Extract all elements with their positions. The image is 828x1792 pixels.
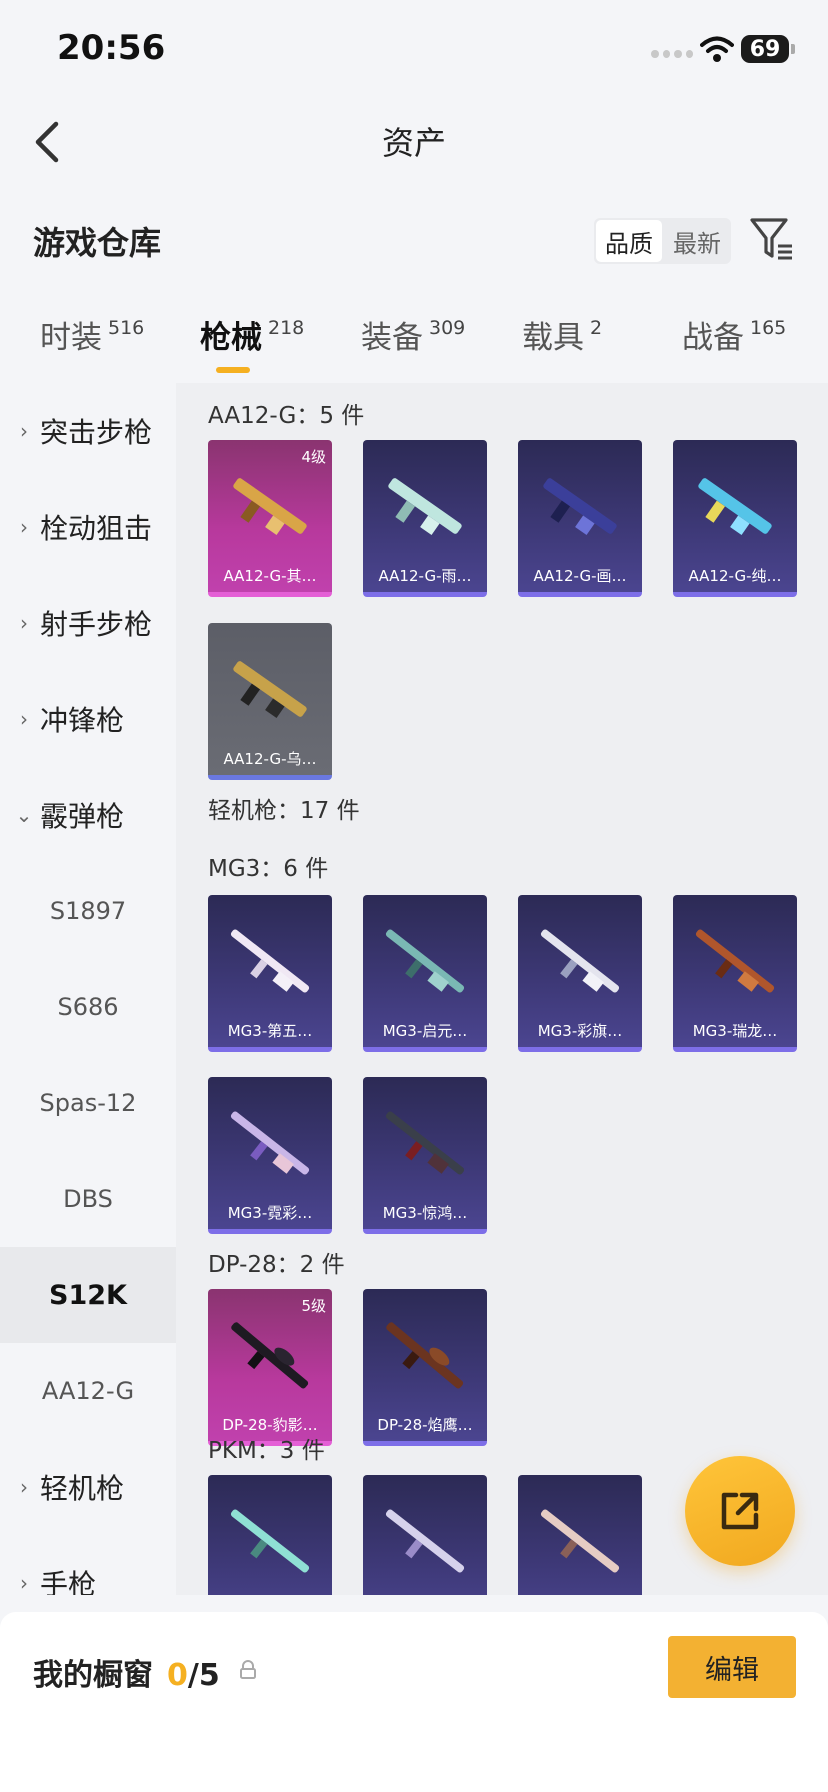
sort-quality-button[interactable]: 品质	[596, 220, 662, 262]
machine-gun-icon	[695, 929, 775, 993]
shotgun-icon	[233, 478, 307, 536]
weapon-card[interactable]: MG3-彩旗…	[518, 895, 642, 1052]
rifle-icon	[386, 1322, 464, 1389]
filter-icon[interactable]	[750, 216, 794, 262]
chevron-right-icon: ›	[20, 419, 28, 443]
weapon-grid: AA12-G：5 件 4级 AA12-G-其… AA12-G-雨… AA12-G…	[176, 383, 828, 1595]
weapon-category-sidebar: › 突击步枪 › 栓动狙击 › 射手步枪 › 冲锋枪 ⌄ 霰弹枪 S1897 S686 S…	[0, 383, 176, 1595]
weapon-card[interactable]: AA12-G-乌…	[208, 623, 332, 780]
showcase-total-count: /5	[187, 1658, 220, 1693]
weapon-card[interactable]: AA12-G-纯…	[673, 440, 797, 597]
machine-gun-icon	[385, 1509, 465, 1573]
wifi-icon	[700, 36, 734, 62]
tab-supplies[interactable]: 战备 165	[682, 312, 786, 357]
showcase-label: 我的橱窗 0/5	[33, 1658, 220, 1693]
sidebar-item-assault-rifle[interactable]: › 突击步枪	[0, 383, 176, 479]
weapon-card[interactable]: 5级 DP-28-豹影…	[208, 1289, 332, 1446]
weapon-card[interactable]: MG3-启元…	[363, 895, 487, 1052]
section-header-aa12g: AA12-G：5 件	[208, 403, 365, 429]
chevron-right-icon: ›	[20, 515, 28, 539]
showcase-bar: 我的橱窗 0/5 编辑	[0, 1612, 828, 1792]
weapon-card[interactable]	[518, 1475, 642, 1595]
section-header-lmg: 轻机枪：17 件	[208, 798, 360, 824]
chevron-right-icon: ›	[20, 1571, 28, 1595]
edit-button[interactable]: 编辑	[668, 1636, 796, 1698]
weapon-card[interactable]: MG3-瑞龙…	[673, 895, 797, 1052]
chevron-right-icon: ›	[20, 611, 28, 635]
sidebar-subitem-spas12[interactable]: Spas-12	[0, 1055, 176, 1151]
section-header-dp28: DP-28：2 件	[208, 1252, 345, 1278]
sidebar-subitem-s1897[interactable]: S1897	[0, 863, 176, 959]
sidebar-item-marksman-rifle[interactable]: › 射手步枪	[0, 575, 176, 671]
sidebar-item-pistol[interactable]: › 手枪	[0, 1535, 176, 1595]
weapon-card[interactable]: AA12-G-雨…	[363, 440, 487, 597]
weapon-card[interactable]	[208, 1475, 332, 1595]
sidebar-subitem-s686[interactable]: S686	[0, 959, 176, 1055]
sidebar-item-bolt-sniper[interactable]: › 栓动狙击	[0, 479, 176, 575]
tab-fashion[interactable]: 时装 516	[40, 312, 144, 357]
section-header-mg3: MG3：6 件	[208, 856, 329, 882]
warehouse-title: 游戏仓库	[33, 224, 162, 262]
share-button[interactable]	[685, 1456, 795, 1566]
sidebar-item-shotgun[interactable]: ⌄ 霰弹枪	[0, 767, 176, 863]
machine-gun-icon	[385, 929, 465, 993]
section-header-pkm: PKM：3 件	[208, 1438, 325, 1464]
page-title: 资产	[381, 124, 446, 162]
category-tabs: 时装 516 枪械 218 装备 309 载具 2 战备 165	[0, 312, 828, 382]
machine-gun-icon	[385, 1111, 465, 1175]
sidebar-subitem-aa12g[interactable]: AA12-G	[0, 1343, 176, 1439]
battery-icon: 69	[741, 35, 795, 63]
sort-toggle: 品质 最新	[594, 218, 731, 264]
active-tab-indicator	[216, 367, 250, 373]
weapon-card[interactable]: 4级 AA12-G-其…	[208, 440, 332, 597]
shotgun-icon	[698, 478, 772, 536]
tab-equipment[interactable]: 装备 309	[361, 312, 465, 357]
machine-gun-icon	[230, 1509, 310, 1573]
machine-gun-icon	[540, 929, 620, 993]
chevron-right-icon: ›	[20, 1475, 28, 1499]
shotgun-icon	[543, 478, 617, 536]
chevron-right-icon: ›	[20, 707, 28, 731]
machine-gun-icon	[230, 929, 310, 993]
signal-dots-icon	[651, 50, 693, 60]
chevron-down-icon: ⌄	[15, 803, 33, 827]
sidebar-subitem-dbs[interactable]: DBS	[0, 1151, 176, 1247]
tab-guns[interactable]: 枪械 218	[200, 312, 304, 357]
shotgun-icon	[233, 661, 307, 719]
share-external-icon	[721, 1492, 759, 1530]
sidebar-item-lmg[interactable]: › 轻机枪	[0, 1439, 176, 1535]
status-bar: 20:56 69	[0, 0, 828, 100]
tab-vehicles[interactable]: 载具 2	[522, 312, 602, 357]
status-time: 20:56	[57, 28, 166, 68]
weapon-card[interactable]	[363, 1475, 487, 1595]
machine-gun-icon	[230, 1111, 310, 1175]
weapon-card[interactable]: DP-28-焰鹰…	[363, 1289, 487, 1446]
rifle-icon	[231, 1322, 309, 1389]
machine-gun-icon	[540, 1509, 620, 1573]
lock-icon	[240, 1660, 256, 1679]
weapon-card[interactable]: MG3-霓彩…	[208, 1077, 332, 1234]
sort-newest-button[interactable]: 最新	[664, 220, 730, 262]
weapon-card[interactable]: MG3-惊鸿…	[363, 1077, 487, 1234]
sidebar-subitem-s12k[interactable]: S12K	[0, 1247, 176, 1343]
shotgun-icon	[388, 478, 462, 536]
weapon-card[interactable]: AA12-G-画…	[518, 440, 642, 597]
sidebar-item-smg[interactable]: › 冲锋枪	[0, 671, 176, 767]
weapon-card[interactable]: MG3-第五…	[208, 895, 332, 1052]
showcase-current-count: 0	[167, 1658, 188, 1693]
